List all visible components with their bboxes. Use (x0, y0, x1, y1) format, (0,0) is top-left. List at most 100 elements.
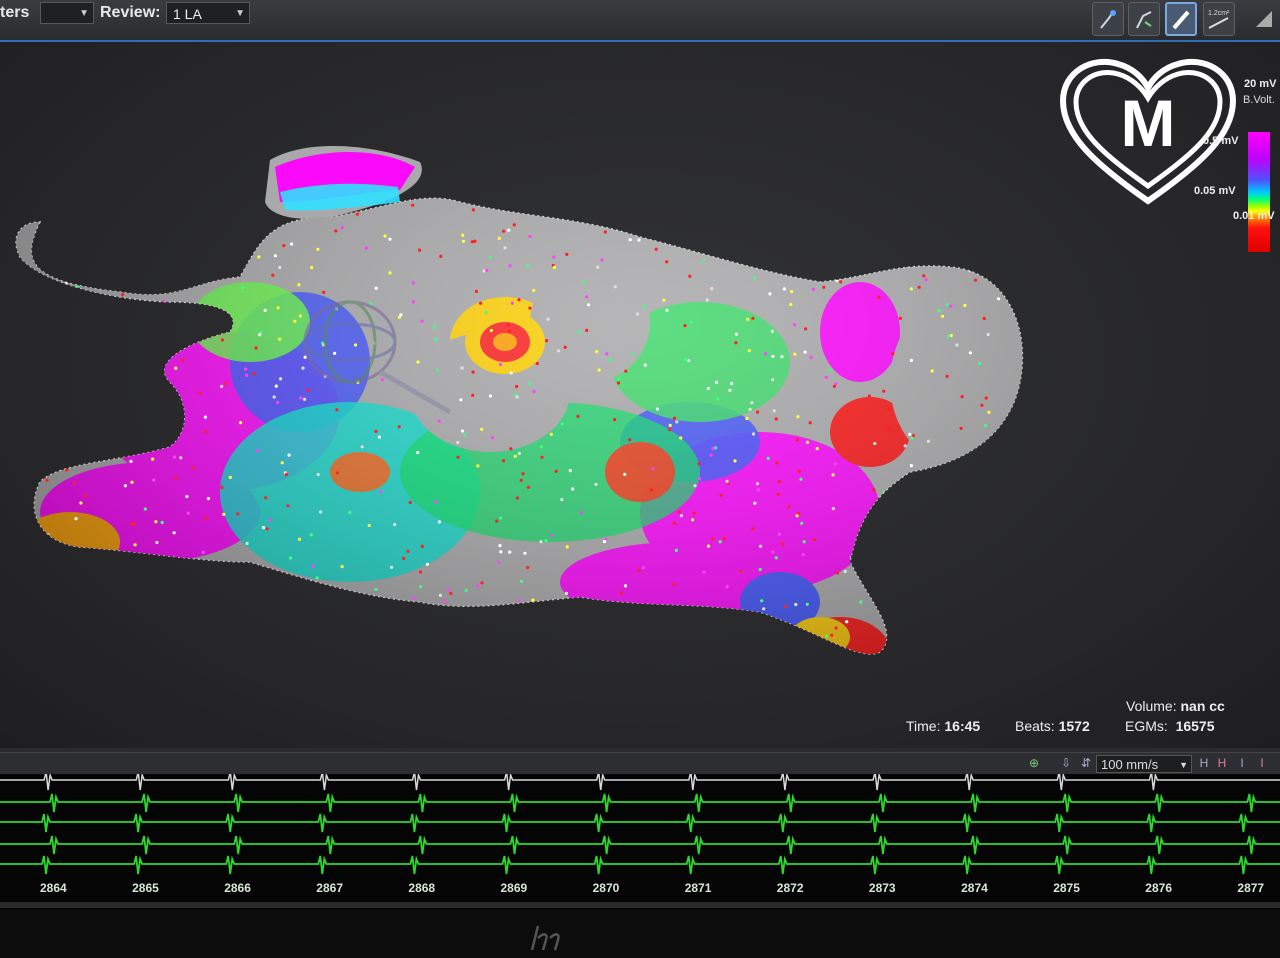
mapping-point (484, 311, 488, 315)
mapping-point (697, 462, 701, 466)
mapping-point (142, 290, 147, 294)
mapping-point (564, 591, 569, 596)
mapping-point (273, 254, 278, 258)
mapping-point (86, 613, 90, 617)
mapping-point (393, 522, 397, 527)
mapping-point (681, 233, 685, 238)
mapping-point (672, 521, 677, 525)
mapping-point (355, 212, 359, 216)
mapping-point (88, 362, 92, 366)
catheter-tool-button[interactable] (1092, 2, 1124, 36)
mapping-point (619, 591, 623, 595)
chevron-down-icon: ▼ (79, 8, 89, 19)
mapping-point (478, 625, 482, 630)
area-measure-tool-button[interactable]: 1.2cm² (1203, 2, 1235, 36)
mapping-point (919, 260, 923, 264)
mapping-point (190, 622, 194, 626)
mapping-point (480, 581, 484, 585)
mapping-point (438, 593, 442, 598)
review-dropdown[interactable]: 1 LA ▼ (166, 2, 250, 24)
mapping-point (374, 587, 378, 591)
mapping-point (635, 312, 640, 316)
mapping-point (406, 549, 410, 553)
mapping-point (507, 329, 511, 333)
sweep-speed-dropdown[interactable]: 100 mm/s ▼ (1096, 755, 1192, 773)
mapping-point (750, 401, 754, 405)
more-tools-button[interactable] (1248, 2, 1280, 36)
mapping-point (335, 471, 339, 475)
mapping-point (805, 602, 809, 606)
beat-number-label: 2869 (501, 881, 528, 895)
mapping-point (965, 551, 969, 555)
mapping-point (628, 238, 632, 242)
mapping-point (103, 307, 107, 311)
mapping-point (517, 451, 522, 455)
mapping-point (220, 485, 224, 490)
mapping-point (908, 432, 912, 436)
mapping-point (787, 227, 791, 231)
mapping-point (434, 337, 438, 342)
mapping-point (922, 274, 926, 278)
mapping-point (340, 226, 344, 230)
mapping-point (961, 468, 965, 472)
caliper-icon[interactable]: I (1234, 755, 1250, 771)
mapping-point (316, 247, 320, 251)
caliper-red-icon[interactable]: I (1254, 755, 1270, 771)
mapping-point (683, 357, 687, 361)
mapping-point (436, 369, 440, 373)
mapping-point (271, 273, 275, 277)
pencil-tool-button[interactable] (1165, 2, 1197, 36)
zoom-icon[interactable]: ⊕ (1026, 755, 1042, 771)
h-scale-red-icon[interactable]: H (1214, 755, 1230, 771)
mapping-point (83, 494, 87, 498)
mapping-point (587, 303, 591, 307)
mapping-point (955, 343, 959, 347)
map-viewport[interactable]: M B.Volt. 20 mV 0.5 mV 0.05 mV 0.01 mV V… (0, 42, 1280, 748)
mapping-point (845, 620, 849, 624)
mapping-point (665, 308, 669, 312)
mapping-point (340, 565, 344, 569)
egm-trace-panel[interactable]: 2864 2865 2866 2867 2868 2869 2870 2871 2872 2873… (0, 771, 1280, 910)
mapping-point (796, 415, 800, 419)
mapping-point (576, 414, 580, 418)
mapping-point (216, 225, 220, 229)
mapping-point (710, 287, 714, 291)
mapping-point (316, 472, 320, 477)
mapping-point (130, 480, 134, 484)
mapping-point (568, 469, 572, 473)
filters-dropdown[interactable]: ▼ (40, 2, 94, 24)
mapping-point (986, 528, 990, 532)
mapping-point (272, 222, 276, 226)
freeze-icon[interactable]: ⇵ (1078, 755, 1094, 771)
mapping-point (859, 600, 863, 604)
mapping-point (66, 436, 70, 440)
mapping-point (768, 292, 772, 296)
mapping-point (909, 464, 914, 468)
h-scale-icon[interactable]: H (1196, 755, 1212, 771)
mapping-point (730, 382, 734, 386)
mapping-point (843, 569, 847, 574)
mapping-point (470, 636, 474, 640)
mapping-point (705, 212, 709, 216)
mapping-point (278, 265, 282, 270)
mapping-point (432, 325, 436, 329)
mapping-point (617, 377, 621, 381)
mapping-point (908, 552, 912, 556)
voltage-color-bar (1248, 132, 1270, 252)
mapping-point (799, 477, 803, 481)
mapping-point (526, 565, 530, 570)
mapping-point (835, 571, 840, 575)
mapping-point (519, 478, 523, 482)
point-collect-tool-button[interactable] (1128, 2, 1160, 36)
mapping-point (936, 627, 940, 631)
mapping-point (926, 439, 931, 443)
mapping-point (719, 493, 723, 497)
mapping-point (456, 440, 460, 445)
mapping-point (197, 391, 202, 395)
catheter-icon (1100, 10, 1116, 29)
mapping-point (946, 553, 950, 557)
mapping-point (602, 540, 607, 544)
mapping-point (515, 496, 520, 500)
pin-icon[interactable]: ⇩ (1058, 755, 1074, 771)
mapping-point (411, 300, 415, 304)
